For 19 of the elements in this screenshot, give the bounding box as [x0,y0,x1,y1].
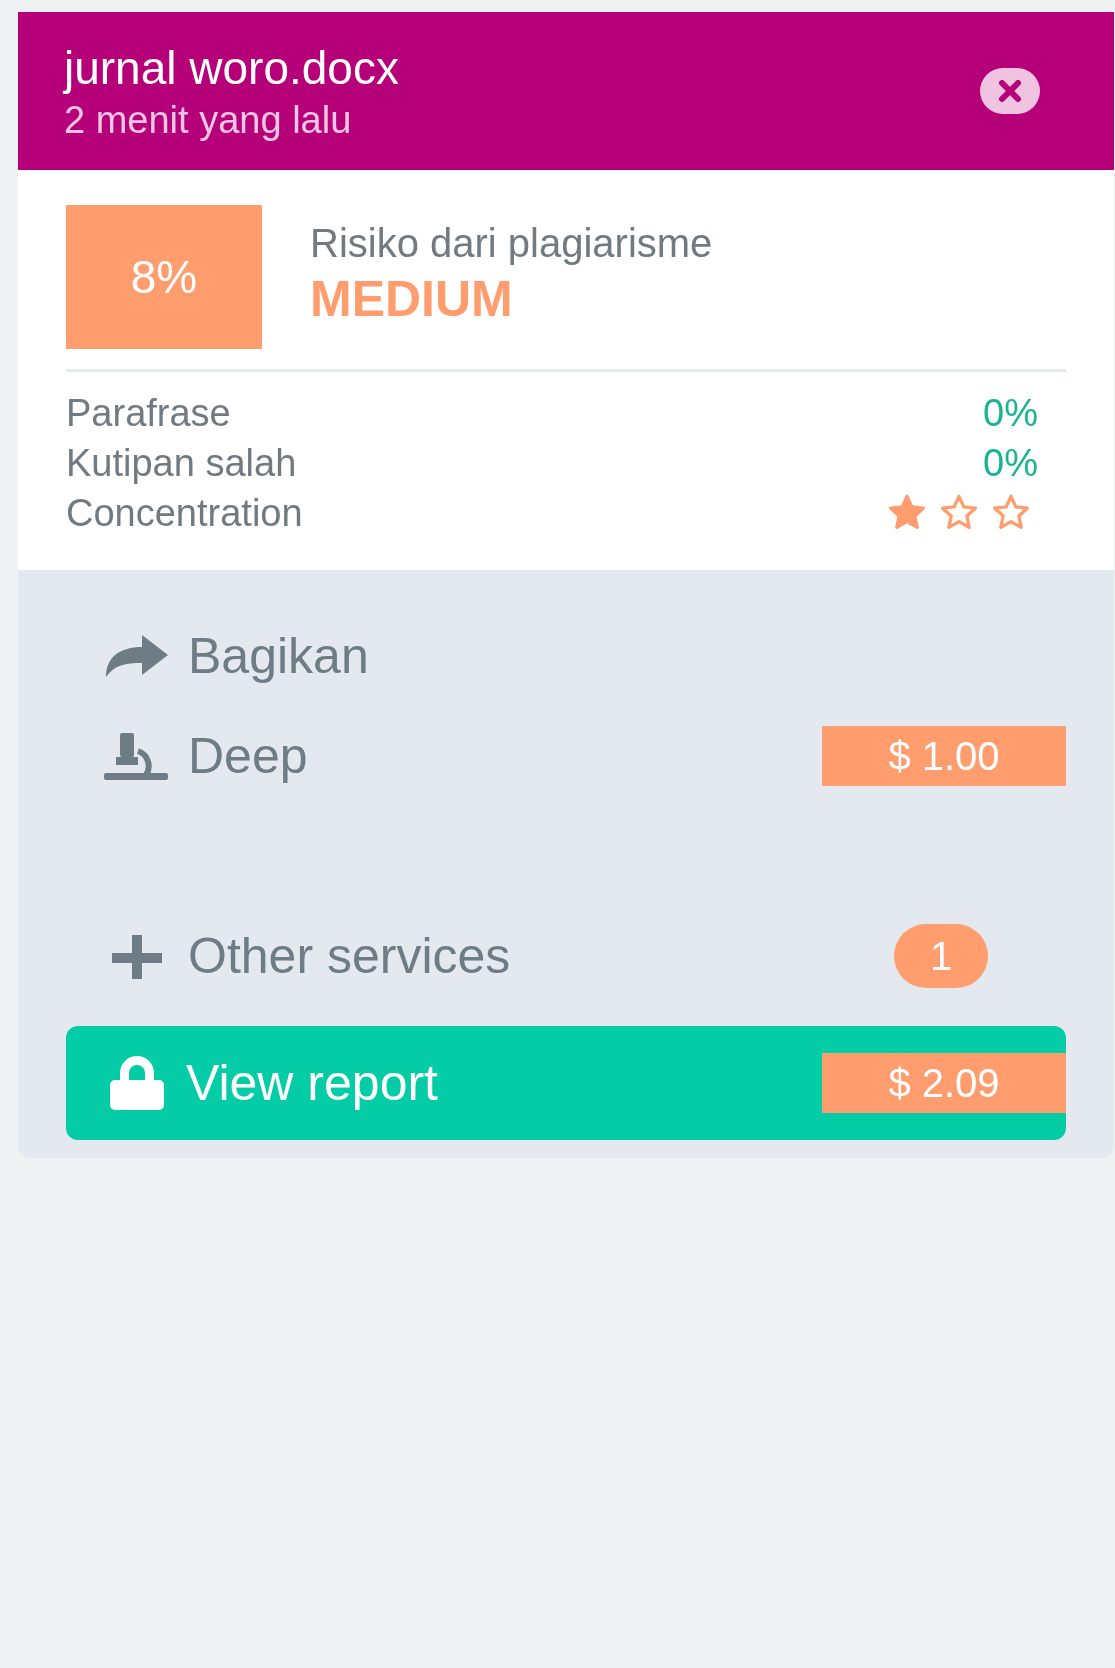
microscope-icon [102,731,170,781]
metric-value: 0% [983,390,1038,436]
price-tag: $ 1.00 [822,726,1066,786]
price-tag: $ 2.09 [822,1053,1066,1113]
count-badge: 1 [894,924,988,988]
risk-label: Risiko dari plagiarisme [310,220,713,267]
metric-value: 0% [983,440,1038,486]
file-name: jurnal woro.docx [64,41,399,96]
close-icon[interactable] [980,68,1040,114]
metric-label: Parafrase [66,390,231,436]
timestamp: 2 menit yang lalu [64,98,353,143]
other-services-link[interactable]: Other services [102,918,511,994]
metric-label: Concentration [66,490,303,536]
score-box: 8% [66,205,262,349]
risk-level: MEDIUM [310,270,514,329]
metric-label: Kutipan salah [66,440,297,486]
share-link[interactable]: Bagikan [102,618,369,694]
deep-link[interactable]: Deep [102,718,308,794]
view-report-button[interactable]: View report $ 2.09 [66,1026,1066,1140]
